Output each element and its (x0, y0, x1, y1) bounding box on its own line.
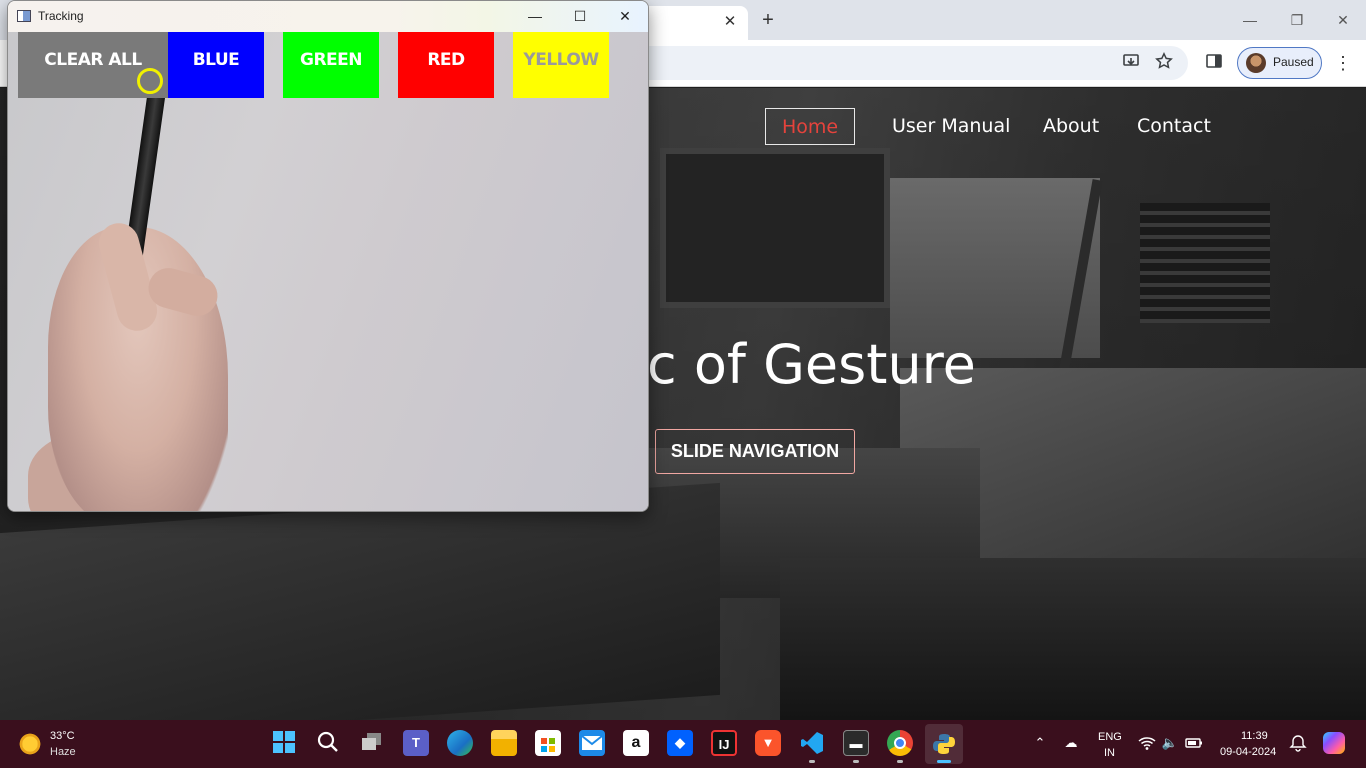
running-indicator (809, 760, 815, 763)
start-icon[interactable] (271, 730, 297, 756)
volume-icon[interactable]: 🔈 (1161, 734, 1179, 752)
notification-bell-icon[interactable] (1289, 734, 1307, 752)
slide-navigation-button[interactable]: SLIDE NAVIGATION (655, 429, 855, 474)
install-app-icon[interactable] (1120, 52, 1142, 74)
bookmark-star-icon[interactable] (1153, 52, 1175, 74)
tracking-window: Tracking — ☐ ✕ CLEAR ALL BLUE GREEN RED … (7, 0, 649, 512)
tracking-cursor (137, 68, 163, 94)
background-desk (780, 558, 1366, 720)
close-icon[interactable]: ✕ (602, 1, 648, 32)
red-color-button[interactable]: RED (398, 32, 494, 98)
address-bar[interactable] (600, 46, 1188, 80)
running-indicator (853, 760, 859, 763)
browser-tab[interactable]: ✕ (640, 6, 748, 40)
terminal-icon[interactable]: ▬ (843, 730, 869, 756)
weather-condition: Haze (50, 746, 76, 758)
clock-time[interactable]: 11:39 (1241, 730, 1268, 742)
close-window-icon[interactable]: ✕ (1329, 6, 1357, 34)
battery-icon[interactable] (1185, 734, 1203, 752)
background-blackboard (660, 148, 890, 308)
minimize-icon[interactable]: — (1236, 6, 1264, 34)
camera-feed: CLEAR ALL BLUE GREEN RED YELLOW (8, 32, 648, 511)
window-app-icon (17, 10, 31, 22)
menu-icon[interactable]: ⋮ (1332, 52, 1354, 74)
chevron-up-icon[interactable]: ⌃ (1031, 734, 1049, 752)
nav-about[interactable]: About (1043, 108, 1099, 145)
brave-icon[interactable]: ▼ (755, 730, 781, 756)
avatar (1246, 53, 1266, 73)
weather-widget[interactable]: 33°C Haze (16, 728, 96, 762)
nav-user-manual[interactable]: User Manual (892, 108, 1010, 145)
taskbar: 33°C Haze T a ◆ IJ ▼ ▬ ⌃ ☁ ENG IN 🔈 11:3… (0, 720, 1366, 768)
running-indicator (937, 760, 951, 763)
restore-icon[interactable]: ❐ (1283, 6, 1311, 34)
yellow-color-button[interactable]: YELLOW (513, 32, 609, 98)
vscode-icon[interactable] (799, 730, 825, 756)
system-tray: ⌃ ☁ ENG IN 🔈 11:39 09-04-2024 (1030, 720, 1366, 768)
sun-haze-icon (18, 732, 42, 756)
copilot-icon[interactable] (1323, 732, 1345, 754)
close-tab-icon[interactable]: ✕ (720, 12, 740, 32)
profile-status-label: Paused (1273, 55, 1314, 69)
nav-contact[interactable]: Contact (1137, 108, 1211, 145)
mail-icon[interactable] (579, 730, 605, 756)
side-panel-icon[interactable] (1203, 52, 1225, 74)
amazon-icon[interactable]: a (623, 730, 649, 756)
maximize-icon[interactable]: ☐ (557, 1, 603, 32)
chrome-icon[interactable] (887, 730, 913, 756)
ms-store-icon[interactable] (535, 730, 561, 756)
dropbox-icon[interactable]: ◆ (667, 730, 693, 756)
nav-home[interactable]: Home (765, 108, 856, 145)
edge-icon[interactable] (447, 730, 473, 756)
tracking-titlebar[interactable]: Tracking — ☐ ✕ (8, 1, 648, 32)
new-tab-button[interactable]: + (756, 8, 780, 32)
green-color-button[interactable]: GREEN (283, 32, 379, 98)
intellij-icon[interactable]: IJ (711, 730, 737, 756)
onedrive-icon[interactable]: ☁ (1062, 734, 1080, 752)
window-title: Tracking (38, 9, 84, 23)
running-indicator (897, 760, 903, 763)
minimize-icon[interactable]: — (512, 1, 558, 32)
search-icon[interactable] (315, 730, 341, 756)
background-shutter (1140, 203, 1270, 323)
background-desk (0, 482, 720, 720)
input-region[interactable]: IN (1104, 747, 1115, 759)
wifi-icon[interactable] (1138, 734, 1156, 752)
input-language[interactable]: ENG (1098, 731, 1122, 743)
blue-color-button[interactable]: BLUE (168, 32, 264, 98)
weather-temp: 33°C (50, 730, 75, 742)
clock-date[interactable]: 09-04-2024 (1220, 746, 1276, 758)
file-explorer-icon[interactable] (491, 730, 517, 756)
task-view-icon[interactable] (359, 730, 385, 756)
python-icon[interactable] (925, 724, 963, 764)
teams-icon[interactable]: T (403, 730, 429, 756)
profile-button[interactable]: Paused (1237, 47, 1322, 79)
